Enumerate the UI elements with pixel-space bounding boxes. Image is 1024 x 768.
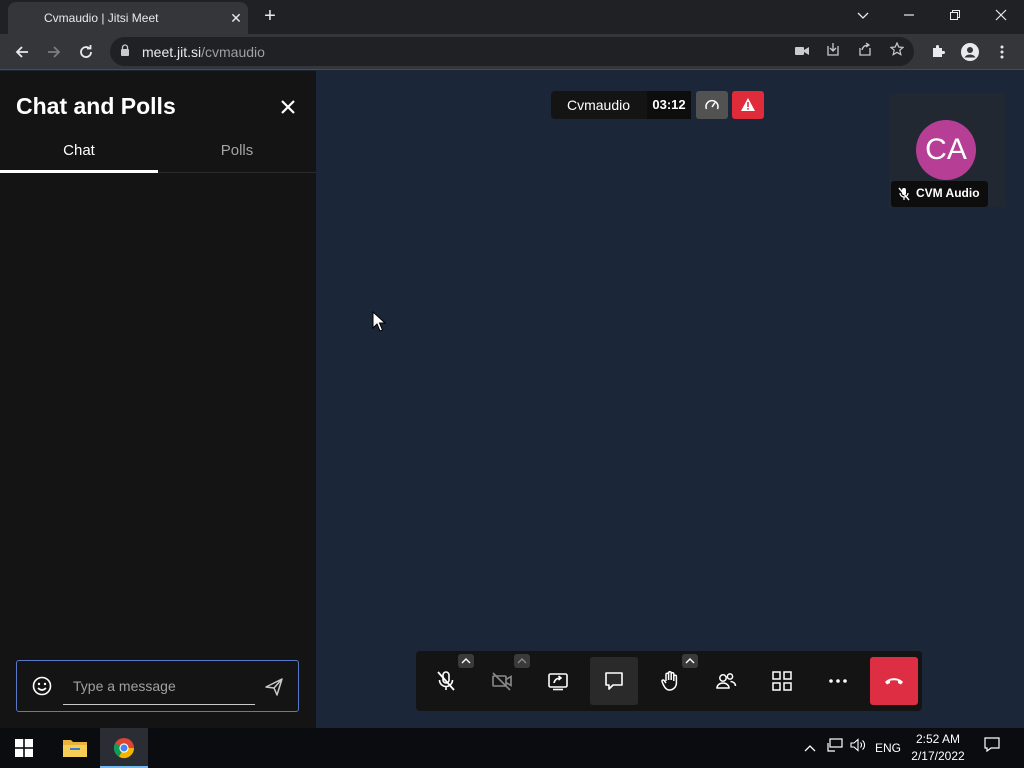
chat-panel: Chat and Polls Chat Polls	[0, 71, 316, 728]
forward-icon[interactable]	[42, 40, 66, 64]
send-icon[interactable]	[263, 676, 285, 698]
message-composer	[16, 660, 299, 712]
warning-icon	[741, 98, 755, 111]
taskbar-time: 2:52 AM	[915, 732, 961, 746]
tab-title: Cvmaudio | Jitsi Meet	[44, 11, 159, 25]
microphone-muted-icon	[437, 671, 455, 691]
emoji-icon[interactable]	[31, 675, 53, 697]
participants-button[interactable]	[702, 657, 750, 705]
url-host: meet.jit.si	[142, 44, 202, 60]
network-icon[interactable]	[824, 728, 846, 768]
avatar: CA	[916, 120, 976, 180]
extensions-icon[interactable]	[926, 40, 950, 64]
mic-muted-icon	[898, 187, 910, 201]
tile-view-icon	[772, 671, 792, 691]
connection-indicator[interactable]	[696, 91, 728, 119]
hang-up-button[interactable]	[870, 657, 918, 705]
restore-icon[interactable]	[932, 0, 978, 32]
meeting-subject: Cvmaudio 03:12	[551, 91, 691, 119]
warning-indicator[interactable]	[732, 91, 764, 119]
address-bar[interactable]: meet.jit.si/cvmaudio	[110, 37, 914, 66]
participant-thumbnail[interactable]: CA CVM Audio	[889, 93, 1005, 207]
notifications-icon[interactable]	[978, 728, 1006, 768]
tab-search-icon[interactable]	[840, 0, 886, 32]
audio-options-button[interactable]	[458, 654, 474, 668]
tab-polls[interactable]: Polls	[158, 135, 316, 173]
more-horizontal-icon	[829, 679, 847, 683]
back-icon[interactable]	[10, 40, 34, 64]
message-input[interactable]	[63, 667, 255, 705]
camera-off-icon	[492, 672, 512, 691]
participant-label: CVM Audio	[891, 181, 988, 207]
mouse-cursor-icon	[372, 311, 386, 332]
volume-icon[interactable]	[848, 728, 870, 768]
language-indicator[interactable]: ENG	[872, 728, 904, 768]
url-path: /cvmaudio	[201, 44, 265, 60]
meeting-toolbox	[416, 651, 922, 711]
show-hidden-icons-icon[interactable]	[802, 728, 818, 768]
minimize-icon[interactable]	[886, 0, 932, 32]
window-close-icon[interactable]	[978, 0, 1024, 32]
file-explorer-taskbar-button[interactable]	[51, 728, 99, 768]
reactions-options-button[interactable]	[682, 654, 698, 668]
screen-share-button[interactable]	[534, 657, 582, 705]
close-chat-icon[interactable]	[276, 95, 300, 119]
windows-taskbar: ENG 2:52 AM 2/17/2022	[0, 728, 1024, 768]
browser-tab-bar: Cvmaudio | Jitsi Meet ✕ +	[0, 0, 1024, 34]
browser-toolbar: meet.jit.si/cvmaudio	[0, 34, 1024, 70]
hang-up-icon	[885, 678, 903, 685]
taskbar-clock[interactable]: 2:52 AM 2/17/2022	[906, 731, 970, 765]
chevron-up-icon	[461, 658, 471, 664]
start-button[interactable]	[0, 728, 48, 768]
chevron-up-icon	[517, 658, 527, 664]
chat-button[interactable]	[590, 657, 638, 705]
profile-icon[interactable]	[958, 40, 982, 64]
tile-view-button[interactable]	[758, 657, 806, 705]
more-actions-button[interactable]	[814, 657, 862, 705]
tab-close-icon[interactable]: ✕	[226, 8, 246, 28]
taskbar-date: 2/17/2022	[911, 749, 965, 763]
participants-icon	[716, 673, 737, 689]
raise-hand-icon	[661, 671, 678, 691]
participant-name: CVM Audio	[916, 186, 980, 200]
chat-panel-title: Chat and Polls	[16, 93, 176, 119]
conference-stage: Cvmaudio 03:12 CA CVM Audio	[316, 71, 1024, 728]
chrome-icon	[113, 738, 135, 759]
chat-icon	[605, 672, 623, 690]
folder-icon	[63, 740, 87, 757]
tab-chat[interactable]: Chat	[0, 135, 158, 173]
camera-in-use-icon[interactable]	[792, 42, 812, 62]
screen-share-icon	[548, 673, 568, 691]
meeting-timer: 03:12	[647, 91, 691, 119]
new-tab-icon[interactable]: +	[258, 6, 282, 28]
url-text[interactable]: meet.jit.si/cvmaudio	[142, 44, 265, 60]
windows-logo-icon	[15, 739, 33, 757]
share-icon[interactable]	[855, 42, 875, 62]
browser-tab[interactable]: Cvmaudio | Jitsi Meet ✕	[8, 2, 248, 34]
chevron-up-icon	[685, 658, 695, 664]
bookmark-star-icon[interactable]	[887, 41, 907, 62]
chrome-taskbar-button[interactable]	[100, 728, 148, 768]
reload-icon[interactable]	[74, 40, 98, 64]
video-options-button[interactable]	[514, 654, 530, 668]
gauge-icon	[705, 99, 719, 110]
lock-icon[interactable]	[120, 44, 130, 56]
meeting-subject-name: Cvmaudio	[567, 97, 631, 113]
browser-menu-icon[interactable]	[990, 40, 1014, 64]
install-app-icon[interactable]	[823, 42, 843, 62]
